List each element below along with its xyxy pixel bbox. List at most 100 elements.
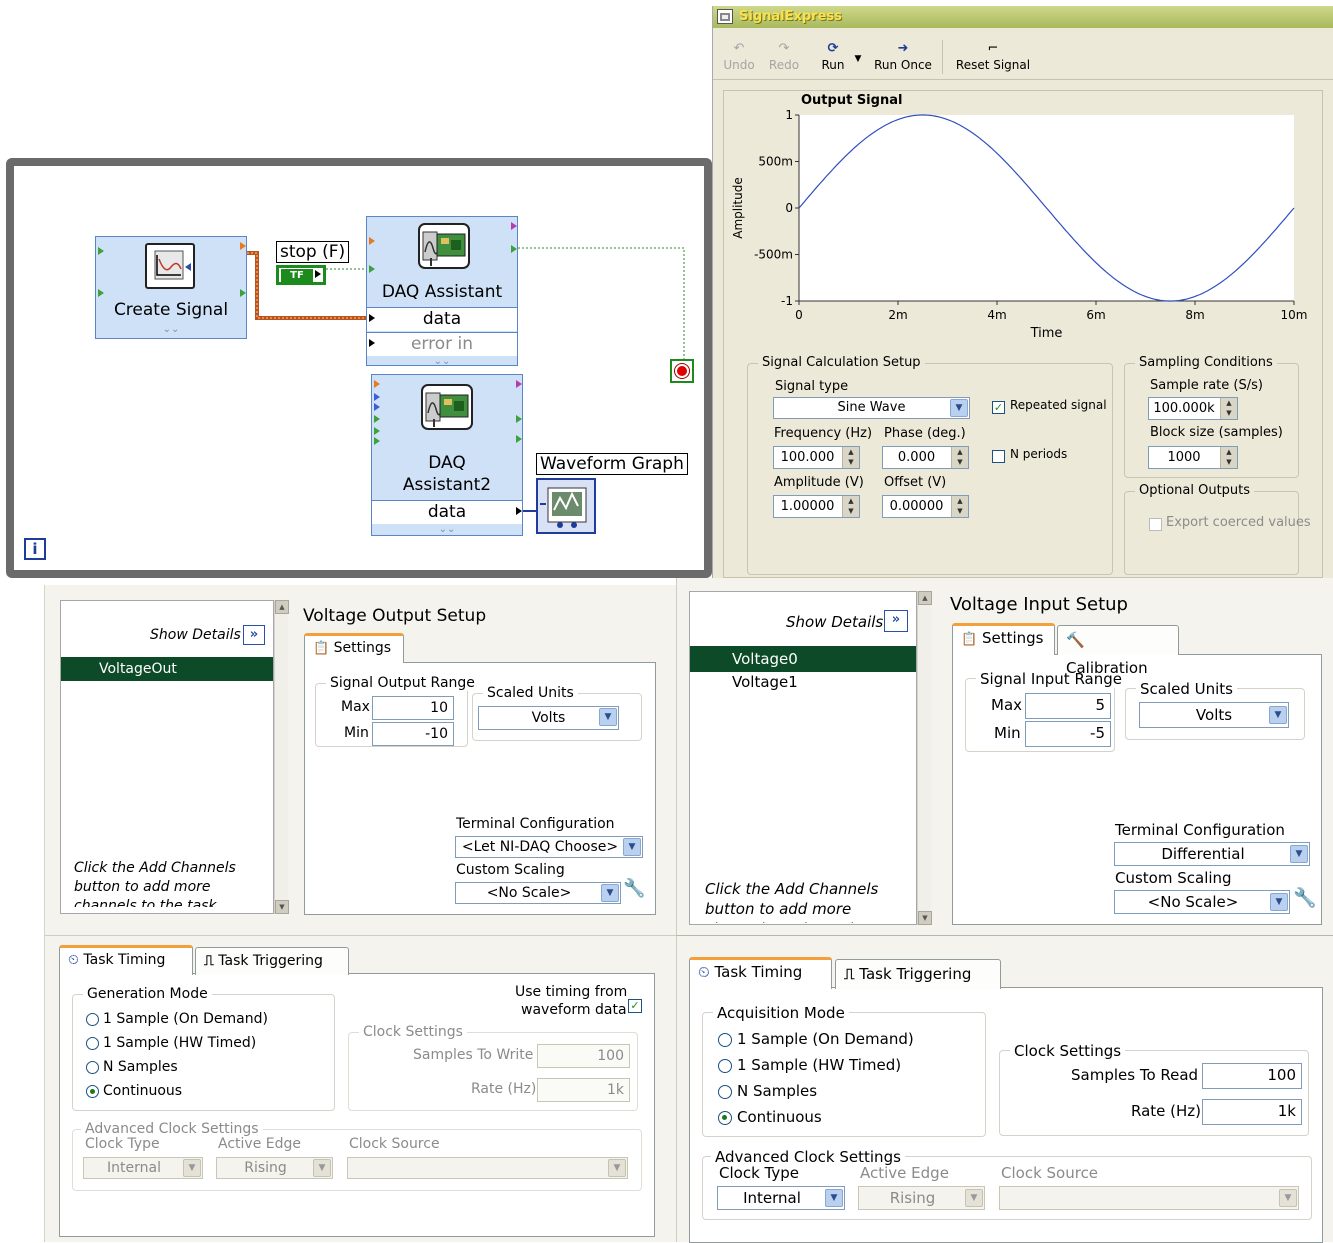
expand-chevron-icon[interactable]: ⌄⌄: [372, 525, 522, 535]
export-coerced-checkbox[interactable]: [1149, 518, 1162, 531]
mode-radio-hw-timed[interactable]: [718, 1059, 732, 1073]
mode-label: N Samples: [737, 1082, 818, 1100]
block-size-spinner[interactable]: 1000 ▲ ▼: [1148, 446, 1238, 469]
custom-scaling-select[interactable]: <No Scale> ▼: [1114, 890, 1290, 914]
clock-source-select[interactable]: ▼: [999, 1186, 1299, 1210]
scroll-up-icon[interactable]: ▲: [275, 600, 289, 614]
tab-task-timing[interactable]: ⏲ Task Timing: [689, 957, 832, 989]
mode-radio-n-samples[interactable]: [718, 1085, 732, 1099]
show-details-button[interactable]: »: [243, 625, 265, 645]
export-coerced-label: Export coerced values: [1166, 515, 1311, 530]
expand-chevron-icon[interactable]: ⌄⌄: [96, 325, 246, 335]
show-details-button[interactable]: »: [884, 610, 908, 632]
mode-radio-continuous[interactable]: [718, 1111, 732, 1125]
scaled-units-select[interactable]: Volts ▼: [478, 706, 619, 730]
samples-to-read-input[interactable]: 100: [1202, 1063, 1302, 1089]
daq-assistant2-data-terminal[interactable]: data: [372, 500, 522, 524]
undo-icon: ↶: [733, 41, 745, 56]
spin-arrows-icon: ▲ ▼: [842, 447, 859, 468]
tab-task-triggering[interactable]: ⎍ Task Triggering: [835, 959, 1001, 989]
channel-list-scrollbar[interactable]: ▲ ▼: [274, 600, 289, 914]
daq-assistant-data-terminal[interactable]: data: [367, 307, 517, 331]
n-periods-checkbox[interactable]: [992, 450, 1005, 463]
wrench-icon[interactable]: 🔧: [1293, 886, 1317, 909]
mode-label: Continuous: [737, 1108, 822, 1126]
stop-bool-control[interactable]: TF: [276, 265, 326, 285]
terminal-config-select[interactable]: <Let NI-DAQ Choose> ▼: [455, 836, 643, 858]
create-signal-vi[interactable]: Create Signal ⌄⌄: [95, 236, 247, 339]
use-timing-label-line1: Use timing from: [515, 984, 628, 1000]
signalexpress-titlebar: SignalExpress: [713, 6, 1333, 28]
tab-task-timing[interactable]: ⏲ Task Timing: [59, 945, 193, 975]
samples-to-write-input[interactable]: 100: [537, 1044, 630, 1068]
data-in-terminal-icon: [369, 314, 375, 322]
show-details-label: Show Details: [786, 613, 884, 631]
run-dropdown-button[interactable]: ▼: [851, 52, 865, 66]
tab-task-triggering[interactable]: ⎍ Task Triggering: [195, 947, 349, 975]
add-channels-hint: Click the Add Channels button to add mor…: [74, 860, 236, 907]
frequency-spinner[interactable]: 100.000 ▲ ▼: [773, 446, 860, 469]
redo-button[interactable]: ↷ Redo: [767, 40, 801, 72]
terminal-config-select[interactable]: Differential ▼: [1114, 842, 1310, 866]
expand-chevron-icon[interactable]: ⌄⌄: [367, 357, 517, 367]
channel-item-voltageout[interactable]: VoltageOut: [61, 657, 273, 681]
channel-list[interactable]: Show Details » VoltageOut Click the Add …: [60, 600, 274, 914]
advanced-clock-settings-group: Advanced Clock Settings Clock Type Inter…: [72, 1121, 642, 1191]
active-edge-label: Active Edge: [218, 1136, 301, 1152]
amplitude-spinner[interactable]: 1.00000 ▲ ▼: [773, 495, 860, 518]
channel-list[interactable]: Show Details » Voltage0 Voltage1 Click t…: [689, 591, 917, 925]
channel-item-voltage1[interactable]: Voltage1: [732, 673, 798, 691]
repeated-signal-checkbox[interactable]: ✓: [992, 401, 1005, 414]
max-input[interactable]: 5: [1025, 693, 1111, 719]
offset-spinner[interactable]: 0.00000 ▲ ▼: [882, 495, 969, 518]
dropdown-arrow-icon: ▼: [825, 1189, 843, 1207]
sample-rate-spinner[interactable]: 100.000k ▲ ▼: [1148, 397, 1238, 420]
daq-assistant-vi[interactable]: DAQ Assistant data error in ⌄⌄: [366, 216, 518, 367]
rate-input[interactable]: 1k: [537, 1078, 630, 1102]
waveform-graph-terminal[interactable]: [536, 478, 596, 534]
scroll-down-icon[interactable]: ▼: [275, 900, 289, 914]
stop-condition-terminal[interactable]: [670, 359, 694, 383]
tab-settings[interactable]: 📋 Settings: [304, 633, 404, 663]
scroll-up-icon[interactable]: ▲: [918, 591, 932, 605]
signal-type-select[interactable]: Sine Wave ▼: [773, 397, 970, 419]
mode-radio-on-demand[interactable]: [86, 1013, 99, 1026]
dropdown-arrow-icon: ▼: [623, 838, 641, 856]
redo-icon: ↷: [778, 41, 790, 56]
undo-button[interactable]: ↶ Undo: [723, 40, 755, 72]
daq-assistant-error-in-terminal[interactable]: error in: [367, 332, 517, 356]
daq-assistant2-vi[interactable]: DAQ Assistant2 data ⌄⌄: [371, 374, 523, 536]
repeated-signal-label: Repeated signal: [1010, 398, 1107, 412]
active-edge-select[interactable]: Rising ▼: [858, 1186, 985, 1210]
scaled-units-select[interactable]: Volts ▼: [1139, 702, 1289, 728]
active-edge-select[interactable]: Rising ▼: [216, 1157, 333, 1179]
tab-calibration[interactable]: 🔨 Calibration: [1057, 625, 1179, 677]
run-once-button[interactable]: ➜ Run Once: [871, 40, 935, 72]
channel-item-voltage0[interactable]: Voltage0: [690, 646, 916, 672]
min-input[interactable]: -5: [1025, 721, 1111, 747]
clock-type-select[interactable]: Internal ▼: [83, 1157, 203, 1179]
use-timing-checkbox[interactable]: ✓: [628, 999, 642, 1013]
mode-radio-hw-timed[interactable]: [86, 1037, 99, 1050]
phase-spinner[interactable]: 0.000 ▲ ▼: [882, 446, 969, 469]
reset-signal-button[interactable]: ⌐ Reset Signal: [951, 40, 1035, 72]
voltage-output-panel: Show Details » VoltageOut Click the Add …: [44, 585, 676, 935]
clock-type-select[interactable]: Internal ▼: [717, 1186, 845, 1210]
mode-radio-continuous[interactable]: [86, 1085, 99, 1098]
sampling-conditions-group: Sampling Conditions Sample rate (S/s) 10…: [1124, 355, 1299, 478]
x-tick-label: 10m: [1281, 308, 1308, 322]
max-label: Max: [341, 699, 370, 715]
clock-source-select[interactable]: ▼: [347, 1157, 628, 1179]
min-input[interactable]: -10: [372, 722, 454, 746]
tab-calibration-label: Calibration: [1066, 659, 1148, 677]
mode-radio-n-samples[interactable]: [86, 1061, 99, 1074]
rate-input[interactable]: 1k: [1202, 1099, 1302, 1125]
channel-list-scrollbar[interactable]: ▲ ▼: [917, 591, 932, 925]
scroll-down-icon[interactable]: ▼: [918, 911, 932, 925]
max-input[interactable]: 10: [372, 696, 454, 720]
run-button[interactable]: ⟳ Run: [817, 40, 849, 72]
mode-radio-on-demand[interactable]: [718, 1033, 732, 1047]
custom-scaling-select[interactable]: <No Scale> ▼: [455, 882, 621, 904]
wrench-icon[interactable]: 🔧: [623, 878, 645, 899]
tab-settings[interactable]: 📋 Settings: [952, 623, 1055, 655]
